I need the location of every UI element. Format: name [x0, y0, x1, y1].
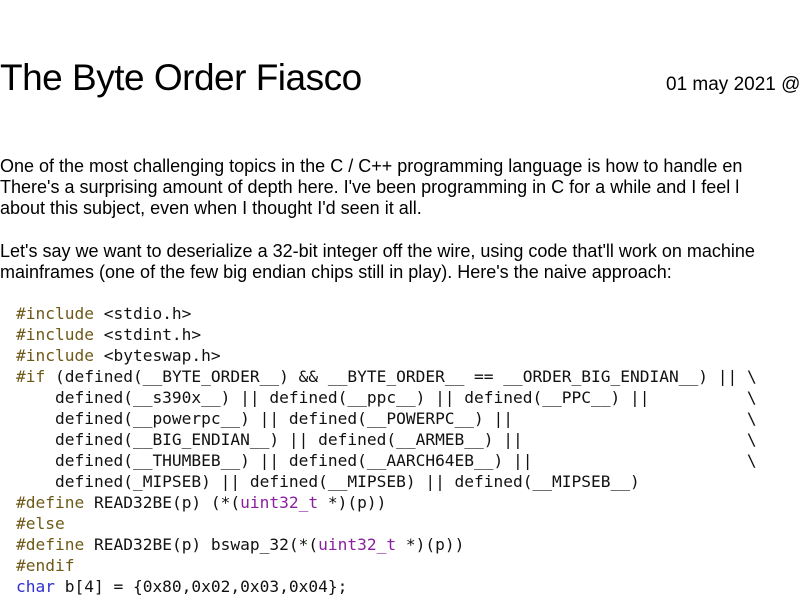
intro-paragraph: One of the most challenging topics in th…: [0, 156, 800, 219]
code-text: defined(__BIG_ENDIAN__) || defined(__ARM…: [16, 430, 757, 449]
code-text: defined(__powerpc__) || defined(__POWERP…: [16, 409, 757, 428]
code-line: defined(_MIPSEB) || defined(__MIPSEB) ||…: [16, 471, 757, 492]
preprocessor-token: #define: [16, 535, 85, 554]
code-text: defined(__s390x__) || defined(__ppc__) |…: [16, 388, 757, 407]
type-token: uint32_t: [318, 535, 397, 554]
code-text: defined(__THUMBEB__) || defined(__AARCH6…: [16, 451, 757, 470]
code-text: <byteswap.h>: [93, 346, 221, 365]
code-line: defined(__s390x__) || defined(__ppc__) |…: [16, 387, 757, 408]
code-line: #define READ32BE(p) (*(uint32_t *)(p)): [16, 492, 757, 513]
code-text: *)(p)): [318, 493, 387, 512]
paragraph-line: about this subject, even when I thought …: [0, 198, 422, 218]
preprocessor-token: #define: [16, 493, 85, 512]
preprocessor-token: #else: [16, 514, 65, 533]
deserialize-paragraph: Let's say we want to deserialize a 32-bi…: [0, 241, 800, 283]
code-line: #include <byteswap.h>: [16, 345, 757, 366]
keyword-token: char: [16, 577, 55, 596]
code-line: #include <stdint.h>: [16, 324, 757, 345]
code-line: #if (defined(__BYTE_ORDER__) && __BYTE_O…: [16, 366, 757, 387]
preprocessor-token: #if: [16, 367, 46, 386]
code-text: defined(_MIPSEB) || defined(__MIPSEB) ||…: [16, 472, 640, 491]
code-line: defined(__powerpc__) || defined(__POWERP…: [16, 408, 757, 429]
code-line: #endif: [16, 555, 757, 576]
code-block: #include <stdio.h> #include <stdint.h> #in…: [16, 303, 757, 597]
type-token: uint32_t: [240, 493, 319, 512]
code-line: #include <stdio.h>: [16, 303, 757, 324]
code-text: READ32BE(p) (*(: [84, 493, 241, 512]
code-line: defined(__THUMBEB__) || defined(__AARCH6…: [16, 450, 757, 471]
preprocessor-token: #include: [16, 325, 94, 344]
preprocessor-token: #endif: [16, 556, 75, 575]
code-text: READ32BE(p) bswap_32(*(: [84, 535, 319, 554]
code-line: #else: [16, 513, 757, 534]
preprocessor-token: #include: [16, 346, 94, 365]
code-text: (defined(__BYTE_ORDER__) && __BYTE_ORDER…: [45, 367, 757, 386]
page-title: The Byte Order Fiasco: [0, 57, 362, 98]
paragraph-line: mainframes (one of the few big endian ch…: [0, 262, 672, 282]
code-line: #define READ32BE(p) bswap_32(*(uint32_t …: [16, 534, 757, 555]
paragraph-line: There's a surprising amount of depth her…: [0, 177, 740, 197]
preprocessor-token: #include: [16, 304, 94, 323]
code-text: <stdint.h>: [93, 325, 202, 344]
code-line: char b[4] = {0x80,0x02,0x03,0x04};: [16, 576, 757, 597]
code-text: <stdio.h>: [93, 304, 192, 323]
code-line: defined(__BIG_ENDIAN__) || defined(__ARM…: [16, 429, 757, 450]
paragraph-line: Let's say we want to deserialize a 32-bi…: [0, 241, 755, 261]
paragraph-line: One of the most challenging topics in th…: [0, 156, 743, 176]
code-text: *)(p)): [396, 535, 465, 554]
code-text: b[4] = {0x80,0x02,0x03,0x04};: [54, 577, 348, 596]
post-date: 01 may 2021 @: [666, 74, 800, 95]
